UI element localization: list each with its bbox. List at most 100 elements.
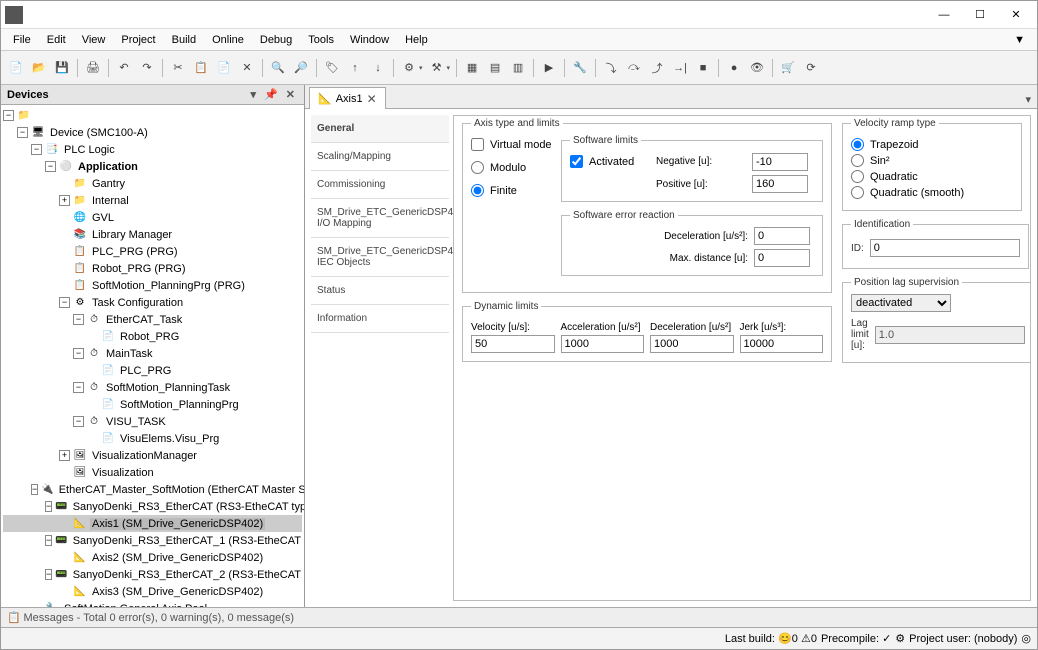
tool-icon[interactable]: 🔧 xyxy=(569,57,591,79)
collapse-icon[interactable]: − xyxy=(17,127,28,138)
new-icon[interactable]: 📄 xyxy=(5,57,27,79)
open-icon[interactable]: 📂 xyxy=(28,57,50,79)
login-icon[interactable]: ▶ xyxy=(538,57,560,79)
tree-drive-2[interactable]: −📟SanyoDenki_RS3_EtherCAT_2 (RS3-EtheCAT… xyxy=(3,566,302,583)
tree-item-gvl[interactable]: 🌐GVL xyxy=(3,209,302,226)
deceleration-input[interactable] xyxy=(650,335,734,353)
tree-device[interactable]: −🖥Device (SMC100-A) xyxy=(3,124,302,141)
stop-icon[interactable]: ■ xyxy=(692,57,714,79)
find-next-icon[interactable]: 🔎 xyxy=(290,57,312,79)
tree-axis-0[interactable]: 📐Axis1 (SM_Drive_GenericDSP402) xyxy=(3,515,302,532)
tree-task-main[interactable]: −⏱MainTask xyxy=(3,345,302,362)
modulo-radio[interactable]: Modulo xyxy=(471,161,553,174)
tree-axis-1[interactable]: 📐Axis2 (SM_Drive_GenericDSP402) xyxy=(3,549,302,566)
breakpoint-icon[interactable]: ● xyxy=(723,57,745,79)
expand-icon[interactable]: + xyxy=(59,195,70,206)
tree-axis-2[interactable]: 📐Axis3 (SM_Drive_GenericDSP402) xyxy=(3,583,302,600)
tree-task-sm-prg[interactable]: 📄SoftMotion_PlanningPrg xyxy=(3,396,302,413)
tree-item-internal[interactable]: +📁Internal xyxy=(3,192,302,209)
menu-edit[interactable]: Edit xyxy=(39,32,74,48)
lag-mode-select[interactable]: deactivated xyxy=(851,294,951,312)
velocity-input[interactable] xyxy=(471,335,555,353)
sidenav-status[interactable]: Status xyxy=(311,277,449,305)
status-cog[interactable]: ⚙ xyxy=(895,632,905,645)
ramp-smooth-radio[interactable]: Quadratic (smooth) xyxy=(851,186,1013,199)
menu-online[interactable]: Online xyxy=(204,32,252,48)
copy-icon[interactable]: 📋 xyxy=(190,57,212,79)
menu-file[interactable]: File xyxy=(5,32,39,48)
collapse-icon[interactable]: − xyxy=(31,484,38,495)
layout3-icon[interactable]: ▥ xyxy=(507,57,529,79)
tree-drive-1[interactable]: −📟SanyoDenki_RS3_EtherCAT_1 (RS3-EtheCAT… xyxy=(3,532,302,549)
menu-build[interactable]: Build xyxy=(164,32,204,48)
tree-item-visumgr[interactable]: +🖼VisualizationManager xyxy=(3,447,302,464)
step-out-icon[interactable]: ⤴ xyxy=(646,57,668,79)
collapse-icon[interactable]: − xyxy=(45,161,56,172)
panel-pin-icon[interactable]: 📌 xyxy=(261,88,281,101)
sidenav-commissioning[interactable]: Commissioning xyxy=(311,171,449,199)
menu-window[interactable]: Window xyxy=(342,32,397,48)
collapse-icon[interactable]: − xyxy=(59,297,70,308)
step-over-icon[interactable]: ⤼ xyxy=(623,57,645,79)
finite-radio[interactable]: Finite xyxy=(471,184,553,197)
tree-root[interactable]: −📁 xyxy=(3,107,302,124)
run-to-icon[interactable]: →| xyxy=(669,57,691,79)
layout-icon[interactable]: ▦ xyxy=(461,57,483,79)
tree-item-gantry[interactable]: 📁Gantry xyxy=(3,175,302,192)
ramp-quad-radio[interactable]: Quadratic xyxy=(851,170,1013,183)
tree-plc-logic[interactable]: −📑PLC Logic xyxy=(3,141,302,158)
virtual-mode-checkbox[interactable]: Virtual mode xyxy=(471,138,553,151)
tree-item-robotprg[interactable]: 📋Robot_PRG (PRG) xyxy=(3,260,302,277)
bookmark-prev-icon[interactable]: ↑ xyxy=(344,57,366,79)
minimize-button[interactable]: — xyxy=(927,4,961,26)
status-circle[interactable]: ◎ xyxy=(1021,632,1031,645)
messages-bar[interactable]: 📋 Messages - Total 0 error(s), 0 warning… xyxy=(1,607,1037,627)
redo-icon[interactable]: ↷ xyxy=(136,57,158,79)
collapse-icon[interactable]: − xyxy=(73,416,84,427)
neg-limit-input[interactable] xyxy=(752,153,808,171)
tree-drive-0[interactable]: −📟SanyoDenki_RS3_EtherCAT (RS3-EtheCAT t… xyxy=(3,498,302,515)
tab-axis1[interactable]: 📐 Axis1 ✕ xyxy=(309,87,386,109)
panel-close-icon[interactable]: ✕ xyxy=(283,88,298,101)
maximize-button[interactable]: ☐ xyxy=(963,4,997,26)
cart-icon[interactable]: 🛒 xyxy=(777,57,799,79)
err-max-input[interactable] xyxy=(754,249,810,267)
save-icon[interactable]: 💾 xyxy=(51,57,73,79)
ramp-trap-radio[interactable]: Trapezoid xyxy=(851,138,1013,151)
tree-task-visu[interactable]: −⏱VISU_TASK xyxy=(3,413,302,430)
menu-project[interactable]: Project xyxy=(113,32,163,48)
ramp-sin2-radio[interactable]: Sin² xyxy=(851,154,1013,167)
tree-task-main-prg[interactable]: 📄PLC_PRG xyxy=(3,362,302,379)
err-dec-input[interactable] xyxy=(754,227,810,245)
acceleration-input[interactable] xyxy=(561,335,645,353)
tree-task-visu-prg[interactable]: 📄VisuElems.Visu_Prg xyxy=(3,430,302,447)
activated-checkbox[interactable]: Activated xyxy=(570,155,650,168)
device-tree[interactable]: −📁 −🖥Device (SMC100-A) −📑PLC Logic −⚪App… xyxy=(1,105,304,607)
sidenav-scaling[interactable]: Scaling/Mapping xyxy=(311,143,449,171)
collapse-icon[interactable]: − xyxy=(31,144,42,155)
tab-close-icon[interactable]: ✕ xyxy=(367,92,377,106)
tree-task-sm[interactable]: −⏱SoftMotion_PlanningTask xyxy=(3,379,302,396)
cut-icon[interactable]: ✂ xyxy=(167,57,189,79)
bookmark-icon[interactable]: 🏷 xyxy=(321,57,343,79)
tree-axis-pool[interactable]: 🔧SoftMotion General Axis Pool xyxy=(3,600,302,607)
print-icon[interactable]: 🖨 xyxy=(82,57,104,79)
layout2-icon[interactable]: ▤ xyxy=(484,57,506,79)
id-input[interactable] xyxy=(870,239,1020,257)
tree-application[interactable]: −⚪Application xyxy=(3,158,302,175)
sidenav-info[interactable]: Information xyxy=(311,305,449,333)
collapse-icon[interactable]: − xyxy=(73,382,84,393)
build-icon[interactable]: ⚙ xyxy=(398,57,420,79)
paste-icon[interactable]: 📄 xyxy=(213,57,235,79)
find-icon[interactable]: 🔍 xyxy=(267,57,289,79)
tab-dropdown-icon[interactable]: ▾ xyxy=(1019,91,1037,108)
tree-item-plcprg[interactable]: 📋PLC_PRG (PRG) xyxy=(3,243,302,260)
tree-item-library[interactable]: 📚Library Manager xyxy=(3,226,302,243)
filter-icon[interactable]: ▼ xyxy=(1006,32,1033,48)
rebuild-icon[interactable]: ⚒ xyxy=(426,57,448,79)
collapse-icon[interactable]: − xyxy=(3,110,14,121)
pos-limit-input[interactable] xyxy=(752,175,808,193)
lag-limit-input[interactable] xyxy=(875,326,1025,344)
close-button[interactable]: ✕ xyxy=(999,4,1033,26)
undo-icon[interactable]: ↶ xyxy=(113,57,135,79)
